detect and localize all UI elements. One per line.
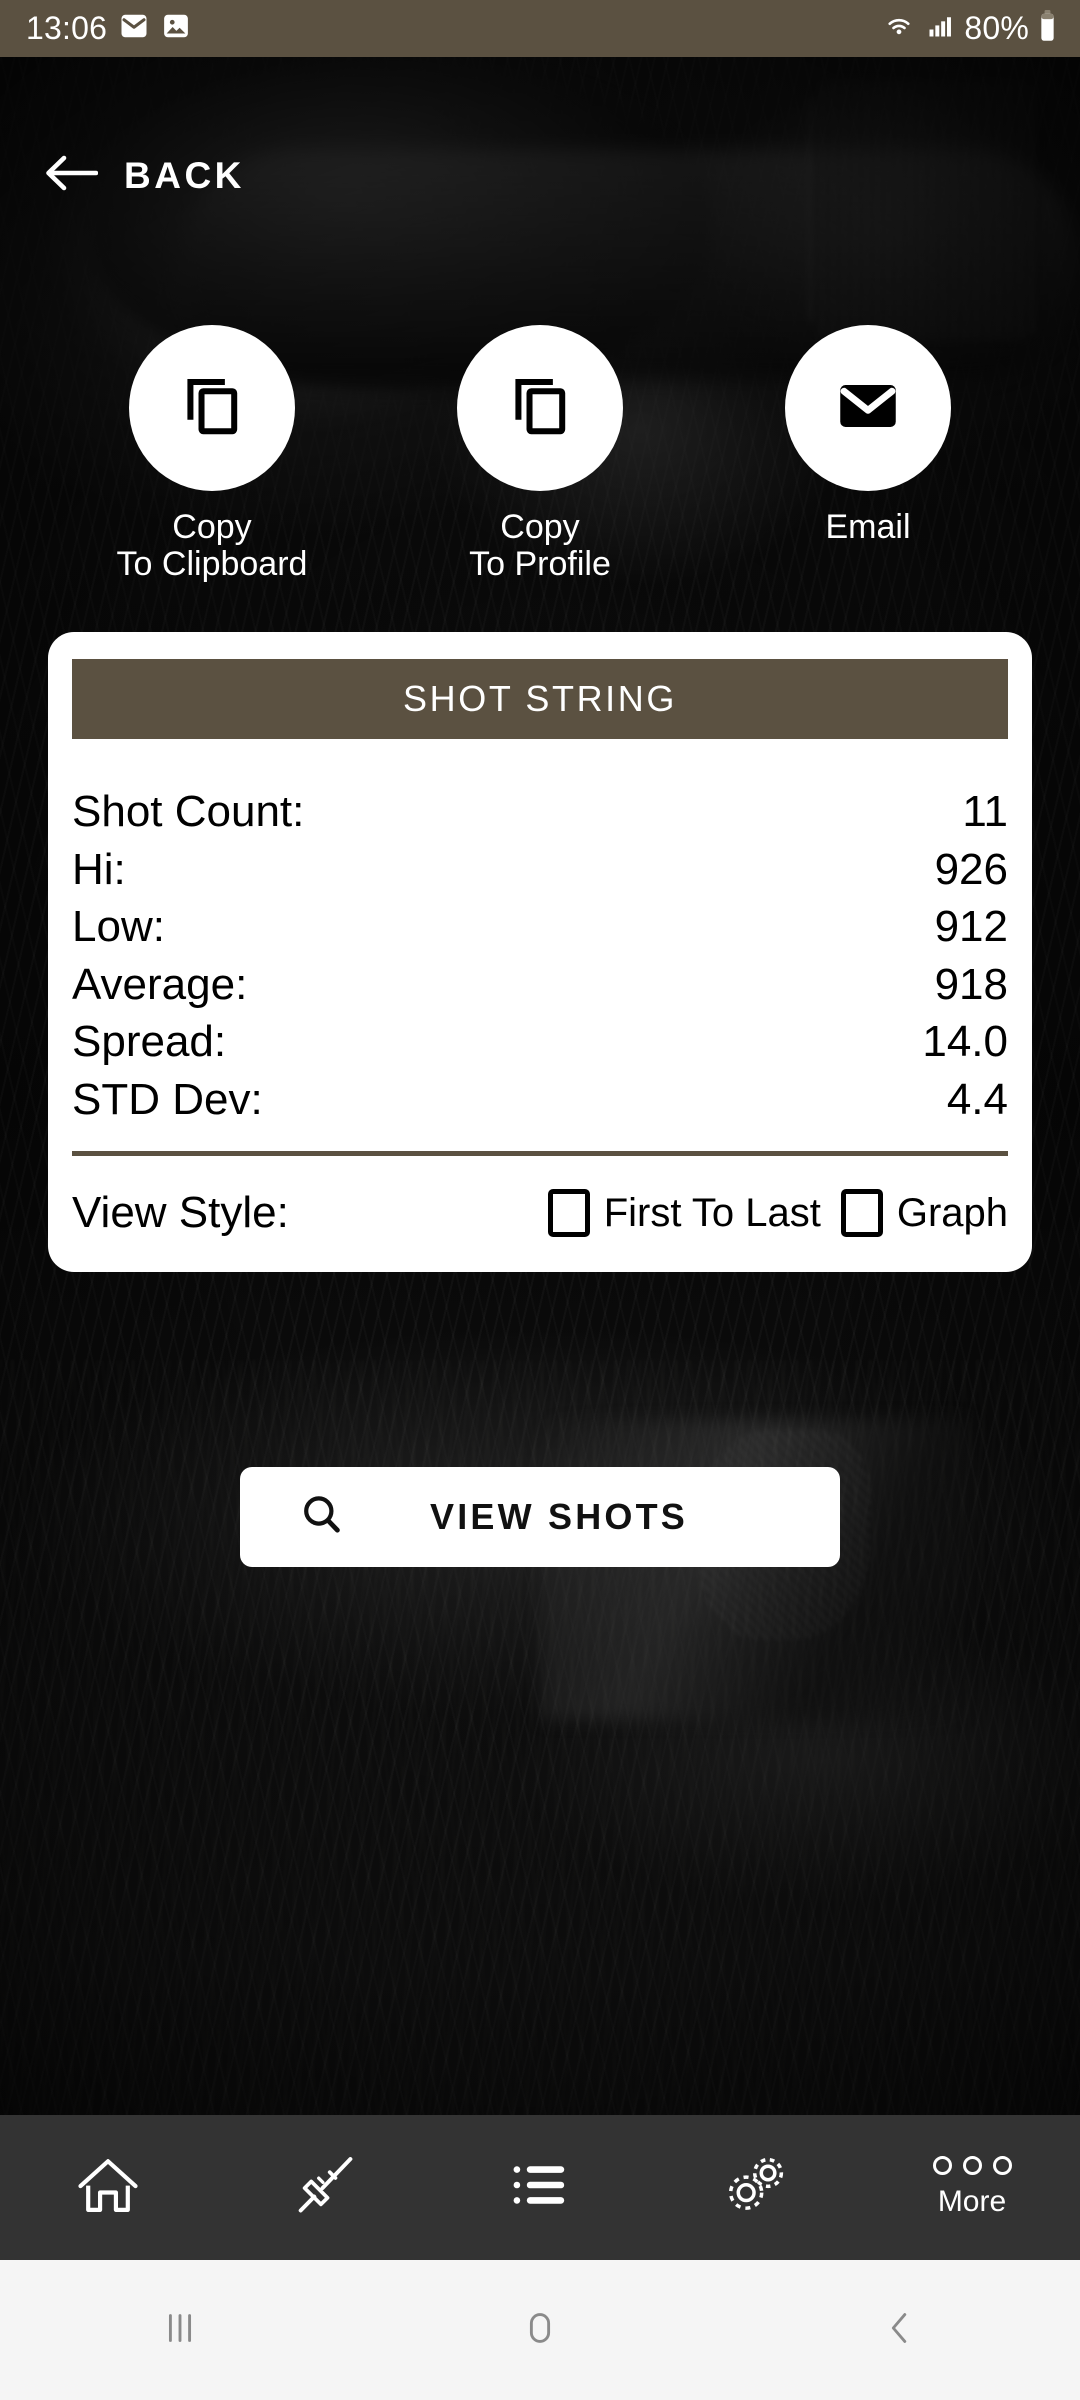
email-circle[interactable] (785, 325, 951, 491)
card-title: SHOT STRING (72, 659, 1008, 739)
image-icon (161, 11, 191, 46)
copy-to-profile-button[interactable]: Copy To Profile (420, 325, 660, 582)
stat-row: STD Dev: 4.4 (72, 1071, 1008, 1129)
email-icon (119, 11, 149, 46)
recents-icon (157, 2305, 203, 2356)
arrow-left-icon[interactable] (44, 152, 99, 199)
nav-item-more[interactable]: More (864, 2115, 1080, 2260)
stat-value: 912 (934, 902, 1008, 952)
view-style-row: View Style: First To Last Graph (72, 1156, 1008, 1238)
checkbox-label: First To Last (603, 1190, 821, 1235)
recents-button[interactable] (100, 2305, 260, 2356)
stats-list: Shot Count: 11 Hi: 926 Low: 912 Average:… (48, 739, 1032, 1128)
back-button[interactable]: BACK (44, 152, 245, 199)
email-button[interactable]: Email (748, 325, 988, 546)
copy-to-profile-label: Copy To Profile (469, 508, 611, 583)
status-bar: 13:06 80% (0, 0, 1080, 57)
stat-row: Hi: 926 (72, 841, 1008, 899)
signal-icon (926, 11, 954, 46)
home-icon (75, 2154, 141, 2221)
email-label: Email (825, 508, 911, 546)
battery-icon (1039, 10, 1056, 47)
view-shots-label: VIEW SHOTS (429, 1496, 689, 1537)
stat-value: 918 (934, 959, 1008, 1009)
nav-item-rifle[interactable] (216, 2115, 432, 2260)
nav-item-list[interactable] (432, 2115, 648, 2260)
stat-label: STD Dev: (72, 1074, 263, 1124)
rifle-icon (291, 2154, 357, 2221)
status-clock: 13:06 (26, 10, 108, 46)
status-bar-right: 80% (882, 10, 1056, 47)
stat-value: 14.0 (922, 1017, 1008, 1067)
list-icon (507, 2156, 573, 2219)
wifi-icon (882, 11, 916, 46)
copy-to-clipboard-label: Copy To Clipboard (116, 508, 308, 583)
stat-label: Shot Count: (72, 787, 305, 836)
view-shots-button[interactable]: VIEW SHOTS (240, 1467, 840, 1567)
checkbox-first-to-last[interactable] (547, 1189, 590, 1238)
envelope-icon (831, 369, 905, 448)
stat-row: Shot Count: 11 (72, 783, 1008, 841)
copy-to-clipboard-button[interactable]: Copy To Clipboard (92, 325, 332, 582)
back-button-system[interactable] (820, 2305, 980, 2356)
gears-icon (721, 2152, 791, 2223)
status-bar-left: 13:06 (26, 10, 191, 47)
app-root: 13:06 80% BACK Copy To Clipboard Copy To… (0, 0, 1080, 2400)
stat-label: Average: (72, 959, 248, 1009)
view-style-label: View Style: (72, 1188, 289, 1238)
nav-item-home[interactable] (0, 2115, 216, 2260)
nav-item-settings[interactable] (648, 2115, 864, 2260)
stat-label: Hi: (72, 844, 126, 894)
stat-value: 4.4 (946, 1074, 1008, 1124)
shot-string-card: SHOT STRING Shot Count: 11 Hi: 926 Low: … (48, 632, 1032, 1273)
bottom-navigation: More (0, 2115, 1080, 2260)
copy-to-profile-circle[interactable] (457, 325, 623, 491)
home-button[interactable] (460, 2305, 620, 2356)
nav-more-label: More (937, 2185, 1007, 2218)
copy-icon (503, 369, 577, 448)
action-buttons-row: Copy To Clipboard Copy To Profile Email (0, 325, 1080, 582)
stat-value: 11 (962, 787, 1008, 836)
stat-value: 926 (934, 844, 1008, 894)
view-style-options: First To Last Graph (547, 1189, 1008, 1238)
stat-row: Spread: 14.0 (72, 1013, 1008, 1071)
three-dots-icon (932, 2156, 1012, 2175)
back-chevron-icon (877, 2305, 923, 2356)
stat-row: Low: 912 (72, 898, 1008, 956)
home-pill-icon (517, 2305, 563, 2356)
stat-label: Spread: (72, 1017, 227, 1067)
view-style-option-graph[interactable]: Graph (840, 1189, 1008, 1238)
view-style-option-first-to-last[interactable]: First To Last (547, 1189, 821, 1238)
checkbox-label: Graph (896, 1190, 1008, 1235)
copy-icon (175, 369, 249, 448)
system-navigation-bar (0, 2260, 1080, 2400)
battery-percent: 80% (964, 10, 1029, 46)
checkbox-graph[interactable] (840, 1189, 883, 1238)
main-content: BACK Copy To Clipboard Copy To Profile E… (0, 57, 1080, 2115)
stat-row: Average: 918 (72, 956, 1008, 1014)
back-label: BACK (124, 154, 245, 196)
copy-to-clipboard-circle[interactable] (129, 325, 295, 491)
stat-label: Low: (72, 902, 165, 952)
